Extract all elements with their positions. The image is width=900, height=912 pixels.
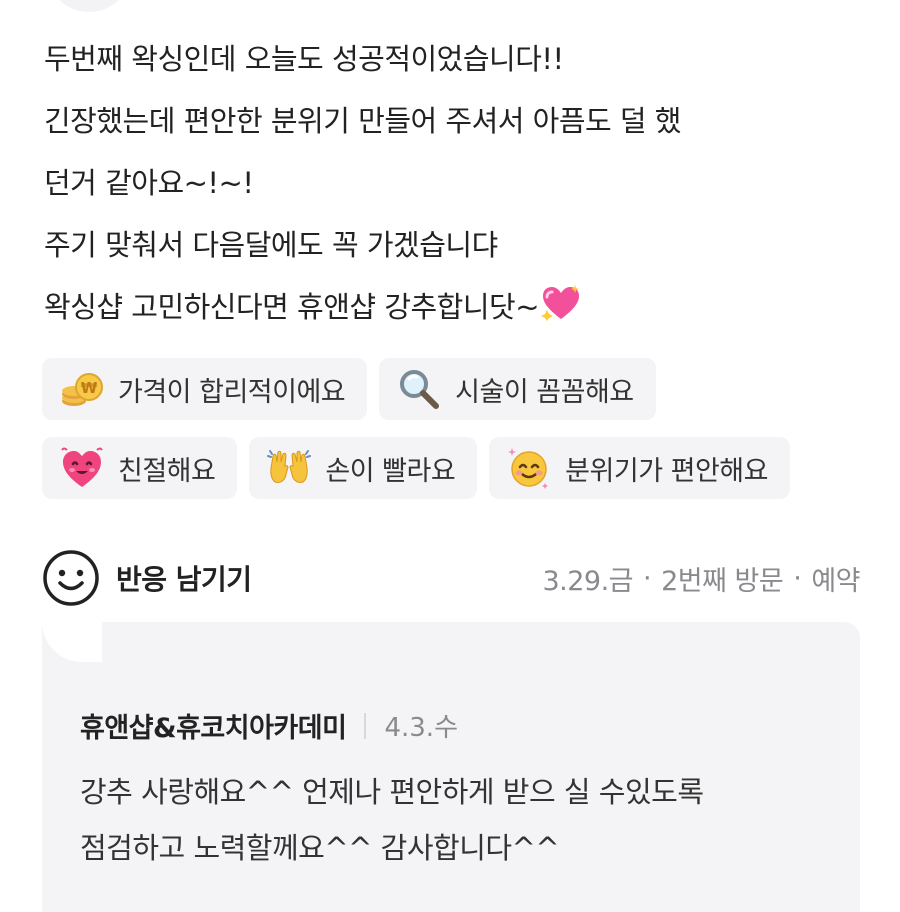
keyword-row: ₩ 가격이 합리적이에요 시술이 꼼꼼해요 <box>42 358 872 420</box>
review-line-last: 왁싱샵 고민하신다면 휴앤샵 강추합니닷~ <box>44 276 864 342</box>
reply-divider <box>364 712 367 739</box>
reply-date: 4.3.수 <box>384 713 458 743</box>
visit-date: 3.29.금 <box>542 565 633 597</box>
keyword-chip-atmosphere: 분위기가 편안해요 <box>489 437 790 499</box>
visit-type: 예약 <box>811 565 860 597</box>
keyword-chip-thorough: 시술이 꼼꼼해요 <box>379 358 656 420</box>
reply-line: 점검하고 노력할께요^^ 감사합니다^^ <box>80 831 560 865</box>
meta-separator: · <box>793 562 802 594</box>
smile-outline-icon <box>42 549 100 607</box>
keyword-chip-fast: 손이 빨라요 <box>249 437 478 499</box>
keyword-chip-price: ₩ 가격이 합리적이에요 <box>42 358 368 420</box>
review-line: 주기 맞춰서 다음달에도 꼭 가겠습니댜 <box>44 228 498 262</box>
review-line-text: 왁싱샵 고민하신다면 휴앤샵 강추합니닷~ <box>44 290 540 324</box>
leave-reaction-label: 반응 남기기 <box>116 563 252 596</box>
keyword-row: 친절해요 손이 빨라요 분위기가 편안해요 <box>42 437 872 499</box>
reviewer-avatar[interactable] <box>46 0 132 12</box>
shop-name: 휴앤샵&휴코치아카데미 <box>80 713 347 744</box>
keyword-label: 시술이 꼼꼼해요 <box>455 376 634 408</box>
reply-header: 휴앤샵&휴코치아카데미 4.3.수 <box>80 706 458 745</box>
heart-face-icon <box>60 446 104 490</box>
visit-info: 3.29.금 · 2번째 방문 · 예약 <box>542 559 860 598</box>
reply-line: 강추 사랑해요^^ 언제나 편안하게 받으 실 수있도록 <box>80 775 704 809</box>
reply-text: 강추 사랑해요^^ 언제나 편안하게 받으 실 수있도록 점검하고 노력할께요^… <box>80 764 840 876</box>
review-line: 긴장했는데 편안한 분위기 만들어 주셔서 아픔도 덜 했 <box>44 104 682 138</box>
magnifying-glass-icon <box>397 367 441 411</box>
reaction-bar: 반응 남기기 3.29.금 · 2번째 방문 · 예약 <box>42 548 860 608</box>
sparkling-heart-icon <box>541 280 581 342</box>
keyword-tags: ₩ 가격이 합리적이에요 시술이 꼼꼼해요 친절해요 손이 빨라요 분위기가 편… <box>42 358 872 516</box>
review-text: 두번째 왁싱인데 오늘도 성공적이었습니다!! 긴장했는데 편안한 분위기 만들… <box>44 28 864 342</box>
leave-reaction-button[interactable]: 반응 남기기 <box>42 549 252 607</box>
keyword-label: 가격이 합리적이에요 <box>118 376 346 408</box>
keyword-label: 손이 빨라요 <box>325 455 456 487</box>
meta-separator: · <box>643 562 652 594</box>
review-line: 두번째 왁싱인데 오늘도 성공적이었습니다!! <box>44 42 564 76</box>
review-line: 던거 같아요~!~! <box>44 166 254 200</box>
visit-count: 2번째 방문 <box>661 565 784 597</box>
raised-hands-icon <box>267 446 312 490</box>
smiling-face-icon <box>507 446 551 490</box>
keyword-chip-kind: 친절해요 <box>42 437 238 499</box>
coins-won-icon: ₩ <box>60 367 104 411</box>
keyword-label: 분위기가 편안해요 <box>565 455 768 487</box>
keyword-label: 친절해요 <box>118 455 216 487</box>
svg-text:₩: ₩ <box>81 379 98 397</box>
owner-reply: 휴앤샵&휴코치아카데미 4.3.수 강추 사랑해요^^ 언제나 편안하게 받으 … <box>42 622 860 912</box>
